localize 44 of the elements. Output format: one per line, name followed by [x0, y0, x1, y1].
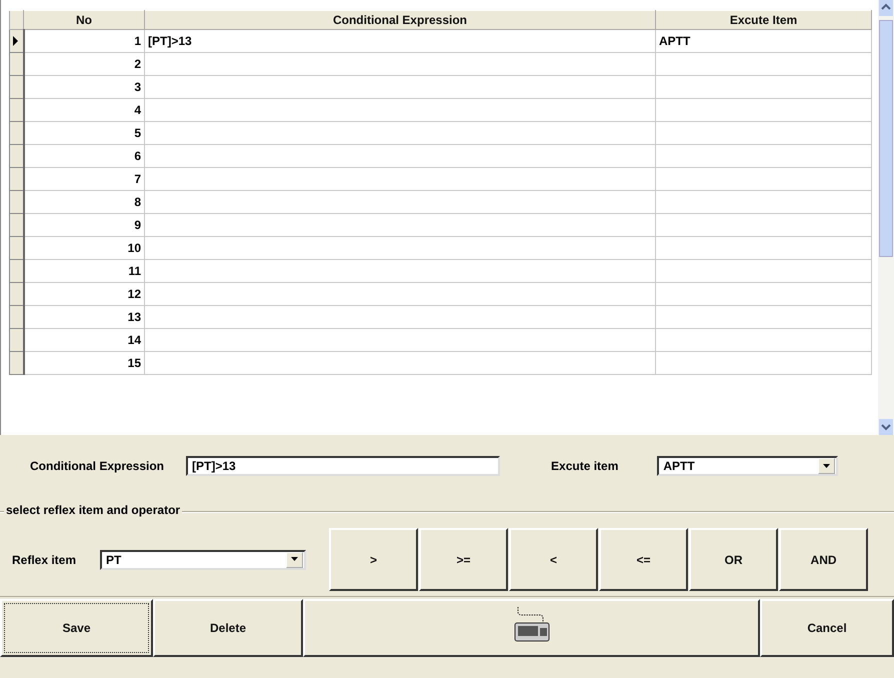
execute-item-dropdown[interactable]: APTT: [657, 456, 838, 476]
operator-button[interactable]: AND: [779, 528, 868, 591]
operator-button[interactable]: <=: [599, 528, 688, 591]
table-cell: [PT]>13: [144, 30, 656, 52]
table-cell: 4: [24, 98, 144, 122]
field-label: Excute item: [551, 459, 618, 473]
scroll-down-icon[interactable]: [879, 419, 893, 435]
column-header[interactable]: No: [24, 10, 144, 30]
table-cell: APTT: [656, 30, 872, 52]
table-cell: 12: [24, 282, 144, 306]
table-cell: 11: [24, 260, 144, 282]
table-cell: 9: [24, 214, 144, 236]
table-cell: 7: [24, 168, 144, 190]
column-header[interactable]: Excute Item: [656, 10, 872, 30]
table-cell: 13: [24, 306, 144, 328]
table-cell: 3: [24, 76, 144, 98]
table-cell: 8: [24, 190, 144, 214]
column-header[interactable]: Conditional Expression: [144, 10, 656, 30]
operator-button[interactable]: <: [509, 528, 598, 591]
row-indicator[interactable]: [10, 30, 24, 52]
field-label: Reflex item: [12, 552, 76, 566]
table-cell: 14: [24, 328, 144, 352]
action-button[interactable]: Delete: [153, 599, 303, 657]
table-cell: 6: [24, 144, 144, 168]
table-cell: 1: [24, 30, 144, 52]
table-cell: 10: [24, 236, 144, 260]
reflex-item-dropdown[interactable]: PT: [100, 550, 306, 570]
group-title: select reflex item and operator: [4, 503, 182, 517]
expression-field[interactable]: [PT]>13: [186, 456, 500, 476]
action-button[interactable]: Cancel: [760, 599, 894, 657]
keyboard-button[interactable]: [303, 599, 760, 657]
keyboard-icon: [514, 606, 550, 642]
table-cell: 2: [24, 52, 144, 76]
scroll-up-icon[interactable]: [879, 0, 893, 16]
table-cell: 5: [24, 122, 144, 144]
action-button[interactable]: Save: [0, 599, 153, 657]
operator-button[interactable]: >: [329, 528, 418, 591]
operator-button[interactable]: OR: [689, 528, 778, 591]
current-row-icon: [10, 35, 20, 47]
operator-button[interactable]: >=: [419, 528, 508, 591]
table-cell: 15: [24, 352, 144, 374]
scrollbar[interactable]: [878, 0, 894, 435]
scroll-thumb[interactable]: [879, 20, 893, 257]
field-label: Conditional Expression: [30, 459, 164, 473]
